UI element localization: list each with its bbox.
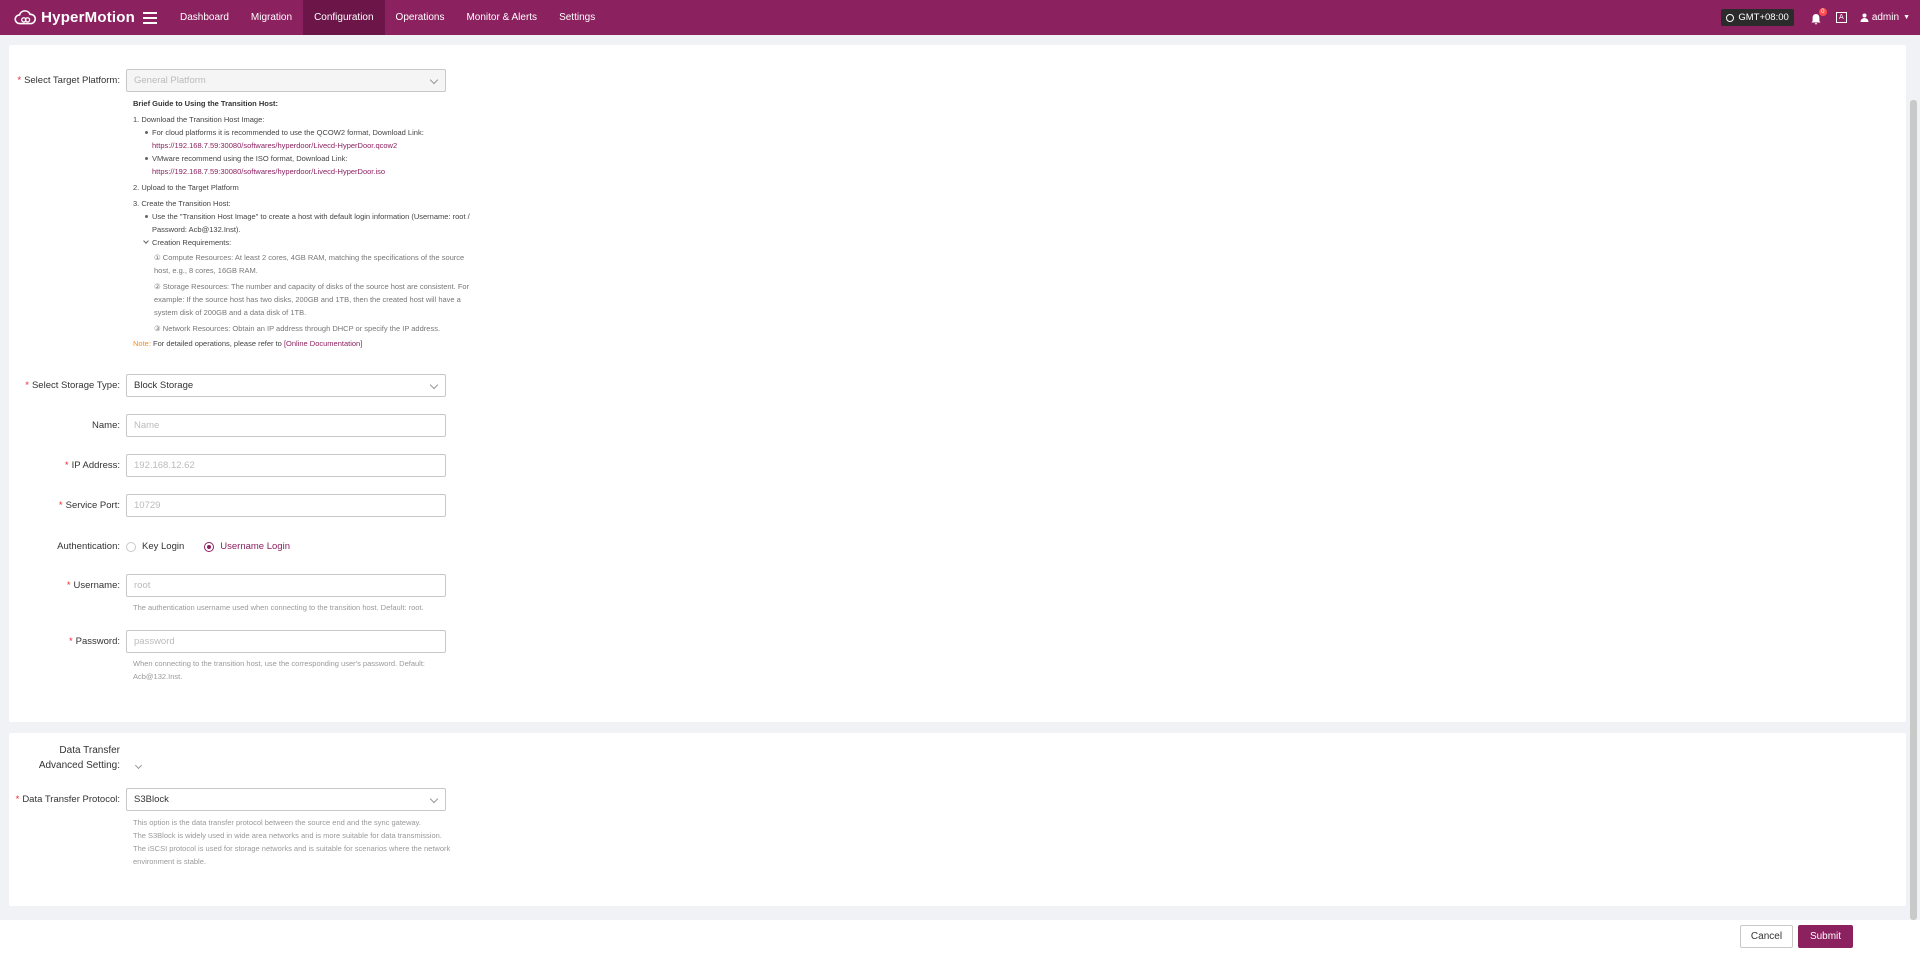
password-input[interactable]: password — [126, 630, 446, 653]
chevron-down-icon — [429, 380, 439, 390]
protocol-help: This option is the data transfer protoco… — [133, 818, 451, 866]
password-label: Password: — [75, 636, 120, 647]
service-port-input[interactable]: 10729 — [126, 494, 446, 517]
notification-bell-icon[interactable]: 0 — [1810, 7, 1827, 24]
nav-operations[interactable]: Operations — [385, 0, 456, 35]
required-mark: * — [15, 794, 20, 805]
name-row: Name: Name — [9, 414, 446, 437]
expand-chevron-icon[interactable] — [134, 761, 143, 770]
page-scrollbar[interactable] — [1910, 100, 1917, 920]
guide-note: Note: For detailed operations, please re… — [133, 337, 473, 350]
required-mark: * — [66, 580, 71, 591]
guide-step-1-iso: VMware recommend using the ISO format, D… — [133, 152, 473, 165]
timezone-badge[interactable]: GMT+08:00 — [1721, 9, 1794, 26]
note-prefix: Note: — [133, 339, 151, 348]
name-label: Name: — [92, 420, 120, 431]
target-platform-select[interactable]: General Platform — [126, 69, 446, 92]
authentication-radio-group: Key Login Username Login — [126, 541, 310, 552]
submit-button[interactable]: Submit — [1798, 925, 1853, 948]
protocol-label: Data Transfer Protocol: — [22, 794, 120, 805]
password-row: * Password: password — [9, 630, 446, 653]
guide-step-2: 2. Upload to the Target Platform — [133, 183, 239, 192]
note-text: For detailed operations, please refer to — [150, 339, 284, 348]
guide-req-storage: ② Storage Resources: The number and capa… — [154, 282, 470, 317]
nav-configuration[interactable]: Configuration — [303, 0, 385, 35]
authentication-row: Authentication: Key Login Username Login — [9, 535, 310, 558]
top-right-tools: GMT+08:00 0 A admin ▼ — [1721, 0, 1920, 35]
menu-toggle-icon[interactable] — [143, 11, 157, 24]
online-documentation-link[interactable]: [Online Documentation] — [284, 339, 362, 348]
user-icon — [1860, 13, 1869, 22]
user-menu[interactable]: admin ▼ — [1860, 12, 1910, 23]
cancel-button[interactable]: Cancel — [1740, 925, 1793, 948]
username-label: Username: — [73, 580, 120, 591]
protocol-row: * Data Transfer Protocol: S3Block — [9, 788, 446, 811]
nav-settings[interactable]: Settings — [548, 0, 606, 35]
nav-monitor-alerts[interactable]: Monitor & Alerts — [455, 0, 548, 35]
guide-step-1-qcow2: For cloud platforms it is recommended to… — [133, 126, 473, 139]
language-icon[interactable]: A — [1835, 12, 1847, 23]
timezone-text: GMT+08:00 — [1738, 12, 1789, 23]
cloud-logo-icon — [14, 9, 37, 24]
name-input[interactable]: Name — [126, 414, 446, 437]
guide-req-compute: ① Compute Resources: At least 2 cores, 4… — [154, 253, 465, 275]
service-port-label: Service Port: — [65, 500, 120, 511]
required-mark: * — [25, 380, 29, 391]
advanced-settings-label: Data Transfer Advanced Setting: — [38, 745, 120, 771]
username-login-option[interactable]: Username Login — [204, 541, 290, 552]
required-mark: * — [17, 75, 22, 86]
guide-step-1: 1. Download the Transition Host Image: — [133, 115, 265, 124]
guide-req-network: ③ Network Resources: Obtain an IP addres… — [154, 324, 441, 333]
storage-type-row: * Select Storage Type: Block Storage — [9, 374, 446, 397]
target-platform-label: Select Target Platform: — [24, 75, 120, 86]
top-navigation-bar: HyperMotion Dashboard Migration Configur… — [0, 0, 1920, 35]
required-mark: * — [64, 460, 69, 471]
guide-creation-requirements[interactable]: Creation Requirements: — [133, 236, 473, 249]
radio-checked-icon[interactable] — [204, 541, 215, 552]
key-login-option[interactable]: Key Login — [126, 541, 184, 552]
main-nav: Dashboard Migration Configuration Operat… — [169, 0, 606, 35]
form-footer: Cancel Submit — [0, 920, 1920, 958]
guide-step-3-image: Use the "Transition Host Image" to creat… — [133, 210, 473, 236]
username-row: * Username: root — [9, 574, 446, 597]
ip-address-label: IP Address: — [71, 460, 120, 471]
storage-type-label: Select Storage Type: — [31, 380, 120, 391]
username-input[interactable]: root — [126, 574, 446, 597]
ip-address-row: * IP Address: 192.168.12.62 — [9, 454, 446, 477]
guide-title: Brief Guide to Using the Transition Host… — [133, 99, 279, 108]
required-mark: * — [58, 500, 63, 511]
chevron-down-icon — [429, 75, 439, 85]
chevron-down-icon — [429, 794, 439, 804]
chevron-down-icon: ▼ — [1903, 14, 1910, 21]
app-name: HyperMotion — [41, 9, 135, 26]
service-port-row: * Service Port: 10729 — [9, 494, 446, 517]
nav-migration[interactable]: Migration — [240, 0, 303, 35]
clock-icon — [1726, 13, 1735, 22]
qcow2-download-link[interactable]: https://192.168.7.59:30080/softwares/hyp… — [133, 139, 473, 152]
nav-dashboard[interactable]: Dashboard — [169, 0, 240, 35]
ip-address-input[interactable]: 192.168.12.62 — [126, 454, 446, 477]
transition-host-form-card: * Select Target Platform: General Platfor… — [9, 45, 1906, 722]
radio-unchecked-icon[interactable] — [126, 541, 136, 552]
authentication-label: Authentication: — [57, 541, 120, 552]
guide-step-3: 3. Create the Transition Host: — [133, 199, 231, 208]
user-name: admin — [1871, 12, 1900, 23]
app-logo[interactable]: HyperMotion — [0, 0, 135, 35]
notification-count: 0 — [1818, 7, 1827, 16]
advanced-settings-card: Data Transfer Advanced Setting: * Data Tr… — [9, 733, 1906, 906]
storage-type-select[interactable]: Block Storage — [126, 374, 446, 397]
password-help: When connecting to the transition host, … — [133, 659, 426, 681]
target-platform-row: * Select Target Platform: General Platfor… — [9, 69, 446, 92]
iso-download-link[interactable]: https://192.168.7.59:30080/softwares/hyp… — [133, 165, 473, 178]
transition-host-guide: Brief Guide to Using the Transition Host… — [133, 97, 473, 350]
required-mark: * — [68, 636, 73, 647]
protocol-select[interactable]: S3Block — [126, 788, 446, 811]
username-help: The authentication username used when co… — [133, 603, 424, 612]
